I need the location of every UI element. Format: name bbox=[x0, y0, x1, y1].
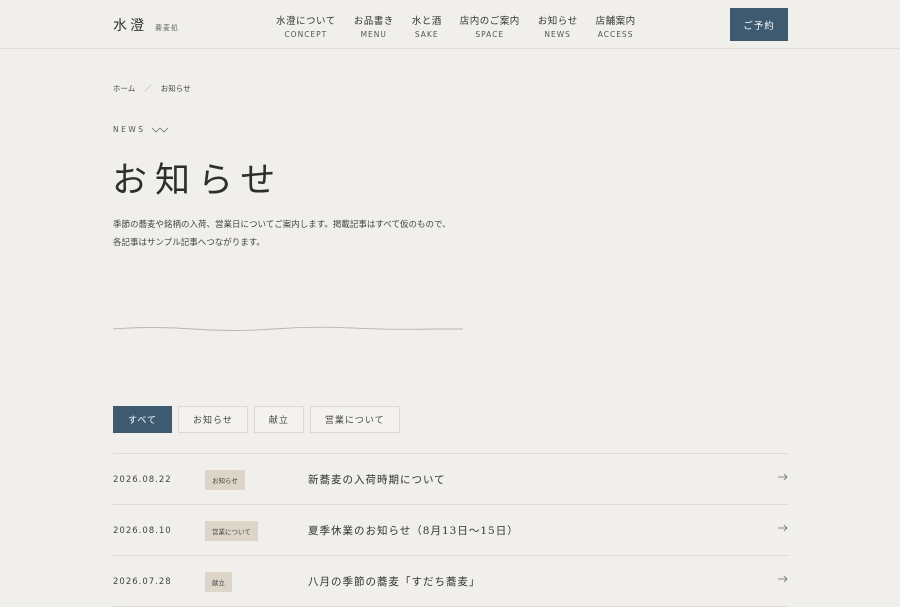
arrow-right-icon bbox=[778, 473, 788, 481]
intro-line: 季節の蕎麦や銘柄の入荷、営業日についてご案内します。掲載記事はすべて仮のもので、 bbox=[113, 220, 451, 230]
section-label: NEWS bbox=[113, 125, 168, 134]
news-item[interactable]: 2026.07.28 献立 八月の季節の蕎麦「すだち蕎麦」 bbox=[113, 556, 788, 607]
nav-label-jp: お品書き bbox=[353, 16, 394, 27]
category-tabs: すべて お知らせ 献立 営業について bbox=[113, 406, 406, 433]
reserve-button[interactable]: ご予約 bbox=[730, 8, 788, 41]
breadcrumb-current: お知らせ bbox=[160, 84, 191, 93]
news-title: 八月の季節の蕎麦「すだち蕎麦」 bbox=[308, 576, 481, 588]
news-title: 新蕎麦の入荷時期について bbox=[308, 474, 446, 486]
nav-label-en: SPACE bbox=[475, 30, 505, 39]
wave-divider-icon bbox=[113, 326, 463, 331]
nav-item-news[interactable]: お知らせ NEWS bbox=[538, 13, 578, 39]
nav-label-en: NEWS bbox=[544, 30, 571, 39]
nav-label-en: CONCEPT bbox=[284, 30, 328, 39]
nav-item-access[interactable]: 店舗案内 ACCESS bbox=[596, 13, 636, 39]
news-item[interactable]: 2026.08.10 営業について 夏季休業のお知らせ（8月13日〜15日） bbox=[113, 505, 788, 556]
nav-label-en: MENU bbox=[360, 30, 387, 39]
tab-business[interactable]: 営業について bbox=[309, 406, 400, 433]
news-list: 2026.08.22 お知らせ 新蕎麦の入荷時期について 2026.08.10 … bbox=[113, 453, 788, 607]
arrow-right-icon bbox=[778, 524, 788, 532]
tab-news[interactable]: お知らせ bbox=[178, 406, 248, 433]
nav-label-jp: 店舗案内 bbox=[595, 16, 636, 27]
tab-menu[interactable]: 献立 bbox=[253, 406, 304, 433]
category-badge: 営業について bbox=[205, 521, 258, 541]
nav-label-jp: 水澄について bbox=[276, 16, 336, 27]
nav-label-en: SAKE bbox=[414, 30, 439, 39]
breadcrumb: ホーム ／ お知らせ bbox=[113, 83, 191, 94]
breadcrumb-home-link[interactable]: ホーム bbox=[113, 83, 135, 94]
nav-label-jp: 水と酒 bbox=[411, 16, 442, 27]
category-badge: 献立 bbox=[205, 572, 232, 592]
news-date: 2026.07.28 bbox=[113, 577, 172, 587]
nav-item-sake[interactable]: 水と酒 SAKE bbox=[412, 13, 442, 39]
logo-text: 水澄 bbox=[113, 18, 147, 34]
news-title: 夏季休業のお知らせ（8月13日〜15日） bbox=[308, 525, 519, 537]
nav-item-space[interactable]: 店内のご案内 SPACE bbox=[460, 13, 520, 39]
breadcrumb-separator: ／ bbox=[144, 84, 152, 93]
nav-item-menu[interactable]: お品書き MENU bbox=[354, 13, 394, 39]
intro-line: 各記事はサンプル記事へつながります。 bbox=[113, 238, 265, 248]
nav-item-concept[interactable]: 水澄について CONCEPT bbox=[276, 13, 336, 39]
nav-label-jp: 店内のご案内 bbox=[459, 16, 520, 27]
site-header: 水澄 蕎麦処 水澄について CONCEPT お品書き MENU 水と酒 SAKE… bbox=[0, 0, 900, 49]
category-badge: お知らせ bbox=[205, 470, 245, 490]
wave-ornament-icon bbox=[151, 126, 168, 133]
main-nav: 水澄について CONCEPT お品書き MENU 水と酒 SAKE 店内のご案内… bbox=[276, 13, 654, 39]
section-label-text: NEWS bbox=[113, 125, 146, 134]
nav-label-jp: お知らせ bbox=[537, 16, 578, 27]
intro-text: 季節の蕎麦や銘柄の入荷、営業日についてご案内します。掲載記事はすべて仮のもので、… bbox=[113, 216, 533, 252]
logo-subtext: 蕎麦処 bbox=[155, 24, 179, 32]
site-logo[interactable]: 水澄 蕎麦処 bbox=[113, 15, 179, 35]
news-date: 2026.08.10 bbox=[113, 526, 172, 536]
news-item[interactable]: 2026.08.22 お知らせ 新蕎麦の入荷時期について bbox=[113, 454, 788, 505]
news-date: 2026.08.22 bbox=[113, 475, 172, 485]
nav-label-en: ACCESS bbox=[597, 30, 634, 39]
tab-all[interactable]: すべて bbox=[113, 406, 173, 433]
page-title: お知らせ bbox=[112, 161, 284, 201]
arrow-right-icon bbox=[778, 575, 788, 583]
